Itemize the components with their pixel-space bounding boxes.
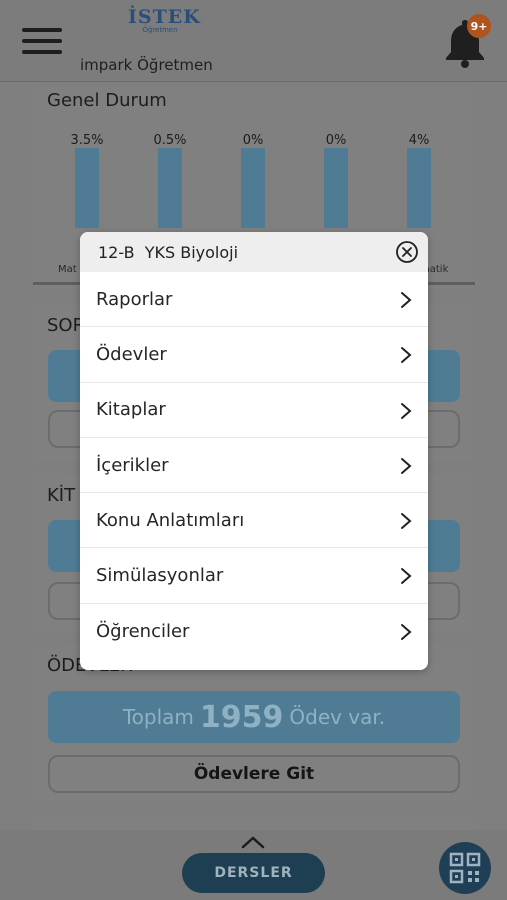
qr-code-icon [449,852,481,884]
chevron-right-icon [401,513,412,530]
chevron-right-icon [401,402,412,419]
menu-item-kitaplar[interactable]: Kitaplar [80,383,428,438]
istek-logo: İSTEK Öğretmen [128,6,201,34]
menu-item-label: Ödevler [96,343,167,365]
menu-item-label: Raporlar [96,288,173,310]
chevron-right-icon [401,347,412,364]
chevron-right-icon [401,568,412,585]
menu-item-ogrenciler[interactable]: Öğrenciler [80,604,428,659]
modal-header: 12-B YKS Biyoloji [80,232,428,272]
modal-title: 12-B YKS Biyoloji [98,242,239,262]
chart-bar [324,148,348,228]
chart-value-label: 0% [326,133,347,148]
chevron-right-icon [401,292,412,308]
chevron-up-icon[interactable] [240,834,266,850]
qr-code-button[interactable] [439,842,491,894]
chart-value-label: 0.5% [153,133,186,148]
chevron-right-icon [401,623,412,640]
school-name: impark Öğretmen [80,56,213,74]
menu-item-simulasyonlar[interactable]: Simülasyonlar [80,548,428,604]
notification-bell-icon[interactable]: 9+ [441,14,491,70]
genel-durum-title: Genel Durum [47,90,167,111]
chart-bar [241,148,265,228]
class-menu-modal: 12-B YKS Biyoloji Raporlar Ödevler Kitapla… [80,232,428,670]
kitaplar-title: KİT [47,485,76,506]
app-header: İSTEK Öğretmen impark Öğretmen 9+ [0,0,507,82]
odevler-total-suffix: Ödev var. [289,705,386,729]
odevlere-git-button[interactable]: Ödevlere Git [48,755,460,793]
close-icon[interactable] [395,240,419,264]
chart-value-label: 3.5% [70,133,103,148]
chevron-right-icon [401,457,412,474]
menu-icon[interactable] [22,28,62,54]
menu-item-label: Konu Anlatımları [96,509,245,531]
chart-category-label: Mat [58,264,77,275]
menu-item-label: Kitaplar [96,399,166,421]
chart-bar [407,148,431,228]
menu-item-odevler[interactable]: Ödevler [80,327,428,383]
menu-item-label: Simülasyonlar [96,565,224,587]
odevler-total-button[interactable]: Toplam 1959 Ödev var. [48,691,460,743]
notification-badge: 9+ [467,14,491,38]
menu-item-icerikler[interactable]: İçerikler [80,438,428,494]
odevler-total-count: 1959 [199,699,284,735]
menu-item-konu-anlatimlari[interactable]: Konu Anlatımları [80,493,428,549]
menu-item-label: İçerikler [96,454,169,476]
menu-item-label: Öğrenciler [96,620,190,642]
chart-value-label: 4% [409,133,430,148]
dersler-button[interactable]: DERSLER [182,853,325,893]
chart-bar [158,148,182,228]
chart-bar [75,148,99,228]
menu-item-raporlar[interactable]: Raporlar [80,272,428,328]
chart-value-label: 0% [243,133,264,148]
odevler-total-prefix: Toplam [122,705,194,729]
